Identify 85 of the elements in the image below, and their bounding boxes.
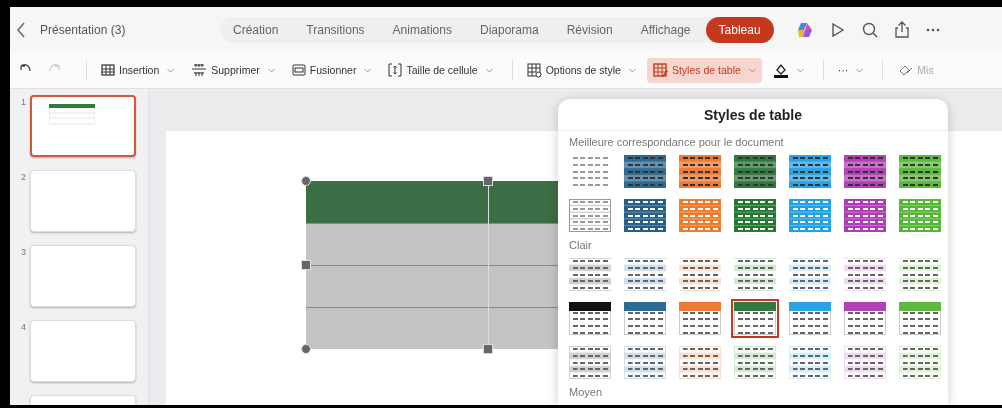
table-style-swatch[interactable] bbox=[622, 344, 668, 381]
table-style-swatch[interactable] bbox=[732, 197, 778, 234]
toolbar-button[interactable]: ··· bbox=[831, 59, 870, 81]
slide-number: 1 bbox=[20, 96, 26, 109]
table-style-swatch[interactable] bbox=[842, 344, 888, 381]
table-style-swatch[interactable] bbox=[732, 153, 778, 190]
toolbar-button[interactable]: Supprimer bbox=[185, 58, 281, 82]
resize-handle[interactable] bbox=[483, 344, 493, 354]
ribbon-tab[interactable]: Création bbox=[220, 16, 292, 43]
table-style-swatch[interactable] bbox=[622, 197, 668, 234]
toolbar-button[interactable]: Fusionner bbox=[285, 59, 378, 81]
ribbon-tab[interactable]: Transitions bbox=[293, 16, 378, 43]
play-icon[interactable] bbox=[830, 21, 845, 38]
resize-handle[interactable] bbox=[483, 176, 493, 186]
ribbon-tab[interactable]: Tableau bbox=[705, 16, 774, 43]
section-heading: Clair bbox=[568, 238, 593, 253]
table-style-swatch[interactable] bbox=[787, 300, 833, 337]
slide-number: 3 bbox=[20, 246, 26, 259]
table-style-swatch[interactable] bbox=[567, 300, 613, 337]
table-style-swatch[interactable] bbox=[842, 300, 888, 337]
slide-number: 4 bbox=[20, 321, 26, 334]
table-style-swatch[interactable] bbox=[622, 300, 668, 337]
fill-bucket-icon bbox=[772, 62, 789, 78]
panel-title: Styles de table bbox=[558, 99, 948, 131]
table-style-swatch[interactable] bbox=[842, 197, 888, 234]
table-style-swatch[interactable] bbox=[677, 256, 723, 293]
table-style-swatch[interactable] bbox=[677, 197, 723, 234]
toolbar-button[interactable]: Options de style bbox=[520, 57, 642, 83]
slide-thumbnail[interactable] bbox=[30, 95, 136, 157]
mini-table-icon bbox=[49, 104, 95, 126]
sparkle-logo-icon[interactable] bbox=[795, 20, 814, 39]
chevron-down-icon bbox=[748, 67, 756, 73]
table-style-swatch[interactable] bbox=[787, 197, 833, 234]
table-style-swatch[interactable] bbox=[897, 344, 943, 381]
table-style-swatch[interactable] bbox=[677, 344, 723, 381]
table-style-swatch[interactable] bbox=[842, 256, 888, 293]
table-style-swatch[interactable] bbox=[622, 256, 668, 293]
section-heading: Meilleure correspondance pour le document bbox=[568, 135, 785, 150]
chevron-down-icon bbox=[796, 67, 804, 73]
chevron-down-icon bbox=[856, 67, 864, 73]
toolbar-button[interactable]: Insertion bbox=[95, 59, 181, 81]
ribbon-tab[interactable]: Animations bbox=[379, 16, 465, 43]
table-style-swatch[interactable] bbox=[787, 344, 833, 381]
chevron-down-icon bbox=[628, 67, 636, 73]
chevron-down-icon bbox=[364, 67, 372, 73]
document-title: Présentation (3) bbox=[40, 22, 127, 37]
table-style-swatch[interactable] bbox=[897, 197, 943, 234]
table-style-swatch[interactable] bbox=[842, 153, 888, 190]
chevron-down-icon bbox=[167, 67, 175, 73]
toolbar-button[interactable]: Styles de table bbox=[646, 57, 762, 83]
back-icon[interactable] bbox=[16, 21, 26, 38]
table-style-swatch[interactable] bbox=[787, 153, 833, 190]
resize-handle[interactable] bbox=[301, 176, 311, 186]
table-style-swatch[interactable] bbox=[732, 256, 778, 293]
toolbar-button[interactable]: Taille de cellule bbox=[382, 58, 499, 82]
ribbon-tab[interactable]: Diaporama bbox=[467, 16, 552, 43]
slide-number: 2 bbox=[20, 171, 26, 184]
table-style-swatch[interactable] bbox=[622, 153, 668, 190]
table-style-swatch[interactable] bbox=[567, 197, 613, 234]
search-icon[interactable] bbox=[861, 21, 878, 38]
table-style-swatch[interactable] bbox=[567, 256, 613, 293]
table-style-swatch[interactable] bbox=[732, 344, 778, 381]
table-delete-icon bbox=[191, 63, 208, 77]
ribbon-tab[interactable]: Révision bbox=[553, 16, 626, 43]
share-icon[interactable] bbox=[894, 21, 909, 38]
table-insert-icon bbox=[101, 64, 115, 76]
table-style-swatch[interactable] bbox=[732, 300, 778, 337]
chevron-down-icon bbox=[267, 67, 275, 73]
table-style-swatch[interactable] bbox=[787, 256, 833, 293]
table-style-icon bbox=[652, 62, 668, 78]
table-style-swatch[interactable] bbox=[677, 153, 723, 190]
table-options-icon bbox=[526, 62, 542, 78]
resize-handle[interactable] bbox=[301, 344, 311, 354]
table-style-swatch[interactable] bbox=[567, 344, 613, 381]
more-icon[interactable] bbox=[925, 27, 940, 32]
cell-size-icon bbox=[388, 63, 403, 77]
section-heading: Moyen bbox=[568, 385, 604, 400]
table-style-swatch[interactable] bbox=[897, 300, 943, 337]
chevron-down-icon bbox=[485, 67, 493, 73]
table-style-swatch[interactable] bbox=[897, 256, 943, 293]
table-style-swatch[interactable] bbox=[897, 153, 943, 190]
resize-handle[interactable] bbox=[301, 260, 311, 270]
table-style-swatch[interactable] bbox=[677, 300, 723, 337]
merge-cells-icon bbox=[291, 64, 306, 76]
ribbon-tab[interactable]: Affichage bbox=[627, 16, 704, 43]
